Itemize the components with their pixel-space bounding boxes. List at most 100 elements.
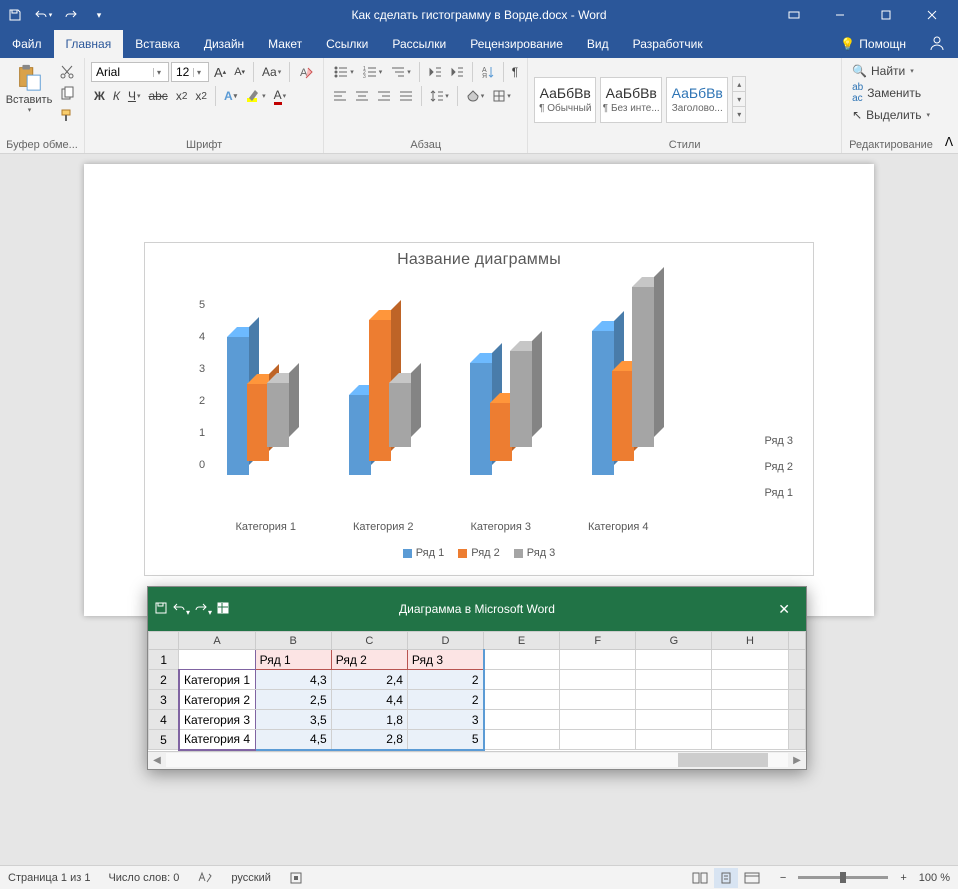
view-read-icon[interactable] [688, 868, 712, 888]
paste-button[interactable]: Вставить ▾ [6, 62, 52, 114]
qat-customize-icon[interactable]: ▾ [88, 4, 110, 26]
user-account-icon[interactable] [916, 34, 958, 55]
tell-me[interactable]: 💡Помощн [830, 37, 916, 51]
zoom-level[interactable]: 100 % [919, 872, 950, 884]
save-icon[interactable] [4, 4, 26, 26]
justify-icon[interactable] [396, 86, 416, 106]
show-marks-icon[interactable]: ¶ [509, 62, 521, 82]
font-color-icon[interactable]: A▾ [271, 86, 290, 106]
excel-data-window: ▾ ▾ Диаграмма в Microsoft Word ✕ ABCDEFG… [147, 586, 807, 770]
svg-text:3: 3 [363, 74, 366, 79]
chart-plot-area: 012345Категория 1Категория 2Категория 3К… [161, 275, 797, 535]
group-clipboard: Вставить ▾ Буфер обме... [0, 58, 85, 153]
shrink-font-icon[interactable]: A▾ [231, 62, 248, 82]
numbering-icon[interactable]: 123▾ [359, 62, 386, 82]
zoom-slider[interactable] [798, 876, 888, 879]
increase-indent-icon[interactable] [447, 62, 467, 82]
tab-layout[interactable]: Макет [256, 30, 314, 58]
align-center-icon[interactable] [352, 86, 372, 106]
redo-icon[interactable] [60, 4, 82, 26]
style-normal[interactable]: АаБбВв¶ Обычный [534, 77, 596, 123]
copy-icon[interactable] [56, 84, 78, 104]
ribbon-display-icon[interactable] [772, 1, 816, 29]
italic-icon[interactable]: К [110, 86, 123, 106]
cut-icon[interactable] [56, 62, 78, 82]
sort-icon[interactable]: AЯ [478, 62, 498, 82]
line-spacing-icon[interactable]: ▾ [427, 86, 452, 106]
collapse-ribbon-icon[interactable]: ᐱ [940, 58, 958, 153]
excel-data-icon[interactable] [216, 601, 230, 618]
excel-undo-icon[interactable]: ▾ [172, 601, 190, 618]
excel-grid[interactable]: ABCDEFGH1Ряд 1Ряд 2Ряд 32Категория 14,32… [148, 631, 806, 751]
replace-icon: abac [852, 82, 863, 104]
zoom-in-icon[interactable]: + [896, 872, 910, 884]
window-title: Как сделать гистограмму в Ворде.docx - W… [351, 8, 606, 22]
excel-save-icon[interactable] [154, 601, 168, 618]
decrease-indent-icon[interactable] [425, 62, 445, 82]
group-label-paragraph: Абзац [330, 137, 521, 153]
group-label-clipboard: Буфер обме... [6, 137, 78, 153]
page: Название диаграммы 012345Категория 1Кате… [84, 164, 874, 616]
maximize-icon[interactable] [864, 1, 908, 29]
subscript-icon[interactable]: x2 [173, 86, 191, 106]
zoom-out-icon[interactable]: − [776, 872, 790, 884]
shading-icon[interactable]: ▾ [463, 86, 488, 106]
close-icon[interactable] [910, 1, 954, 29]
grow-font-icon[interactable]: A▴ [211, 62, 229, 82]
minimize-icon[interactable] [818, 1, 862, 29]
bold-icon[interactable]: Ж [91, 86, 108, 106]
tab-references[interactable]: Ссылки [314, 30, 380, 58]
find-button[interactable]: 🔍Найти▾ [848, 62, 918, 80]
styles-gallery-more[interactable]: ▴▾▾ [732, 76, 746, 123]
group-editing: 🔍Найти▾ abacЗаменить ↖Выделить▾ Редактир… [842, 58, 940, 153]
view-print-icon[interactable] [714, 868, 738, 888]
multilevel-list-icon[interactable]: ▾ [387, 62, 414, 82]
cursor-icon: ↖ [852, 108, 862, 122]
tab-file[interactable]: Файл [0, 30, 54, 58]
excel-title-text: Диаграмма в Microsoft Word [399, 602, 555, 616]
tab-insert[interactable]: Вставка [123, 30, 192, 58]
replace-button[interactable]: abacЗаменить [848, 80, 925, 106]
text-effects-icon[interactable]: A▾ [221, 86, 240, 106]
status-bar: Страница 1 из 1 Число слов: 0 русский − … [0, 865, 958, 889]
align-right-icon[interactable] [374, 86, 394, 106]
style-heading1[interactable]: АаБбВвЗаголово... [666, 77, 728, 123]
format-painter-icon[interactable] [56, 106, 78, 126]
underline-icon[interactable]: Ч▾ [125, 86, 144, 106]
borders-icon[interactable]: ▾ [489, 86, 514, 106]
font-size-select[interactable]: 12▾ [171, 62, 209, 82]
strikethrough-icon[interactable]: abc [145, 86, 170, 106]
group-label-styles: Стили [534, 137, 835, 153]
highlight-icon[interactable]: ▾ [242, 86, 269, 106]
status-spellcheck-icon[interactable] [197, 871, 213, 885]
document-area: Название диаграммы 012345Категория 1Кате… [0, 154, 958, 865]
tab-developer[interactable]: Разработчик [621, 30, 715, 58]
group-font: Arial▾ 12▾ A▴ A▾ Aa▾ A Ж К Ч▾ abc x2 x2 … [85, 58, 324, 153]
svg-text:Я: Я [482, 73, 487, 79]
clear-formatting-icon[interactable]: A [295, 62, 317, 82]
select-button[interactable]: ↖Выделить▾ [848, 106, 934, 124]
tab-home[interactable]: Главная [54, 30, 124, 58]
group-paragraph: ▾ 123▾ ▾ AЯ ¶ ▾ ▾ ▾ [324, 58, 528, 153]
bullets-icon[interactable]: ▾ [330, 62, 357, 82]
undo-icon[interactable]: ▾ [32, 4, 54, 26]
status-words[interactable]: Число слов: 0 [108, 872, 179, 884]
tab-mailings[interactable]: Рассылки [380, 30, 458, 58]
change-case-icon[interactable]: Aa▾ [259, 62, 284, 82]
tab-design[interactable]: Дизайн [192, 30, 256, 58]
view-web-icon[interactable] [740, 868, 764, 888]
excel-redo-icon[interactable]: ▾ [194, 601, 212, 618]
ribbon: Вставить ▾ Буфер обме... Arial▾ 12▾ A▴ A… [0, 58, 958, 154]
chart-object[interactable]: Название диаграммы 012345Категория 1Кате… [144, 242, 814, 576]
status-page[interactable]: Страница 1 из 1 [8, 872, 90, 884]
tab-view[interactable]: Вид [575, 30, 621, 58]
status-language[interactable]: русский [231, 872, 270, 884]
superscript-icon[interactable]: x2 [192, 86, 210, 106]
align-left-icon[interactable] [330, 86, 350, 106]
status-macro-icon[interactable] [289, 871, 303, 885]
tab-review[interactable]: Рецензирование [458, 30, 575, 58]
font-name-select[interactable]: Arial▾ [91, 62, 169, 82]
excel-hscroll[interactable]: ◀▶ [148, 751, 806, 769]
style-nospacing[interactable]: АаБбВв¶ Без инте... [600, 77, 662, 123]
excel-close-icon[interactable]: ✕ [768, 601, 800, 618]
